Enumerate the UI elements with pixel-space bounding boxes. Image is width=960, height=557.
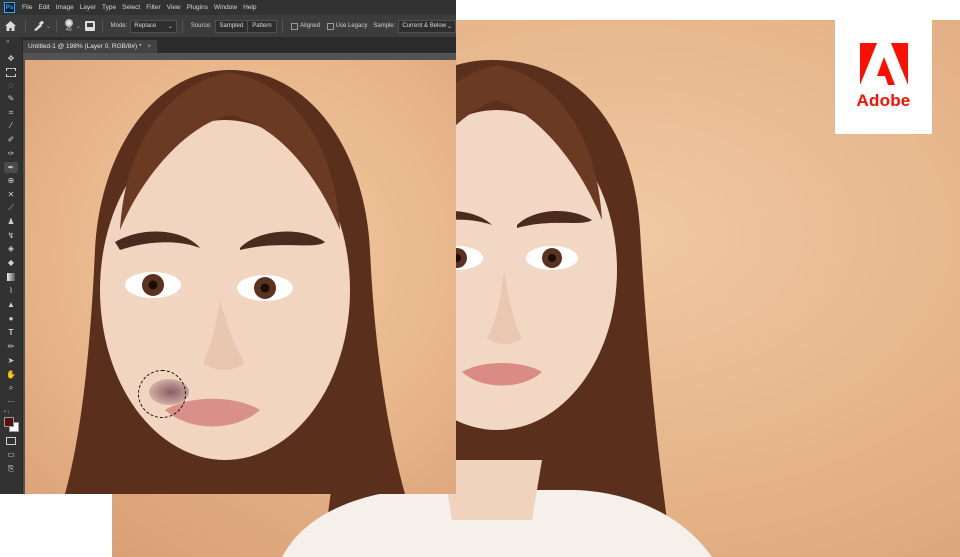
text-tool-icon[interactable]: T: [4, 327, 18, 338]
chevron-down-icon: ⌄: [446, 23, 452, 30]
hand-tool-icon[interactable]: ✋: [4, 369, 18, 380]
pen-icon[interactable]: ⌇: [4, 285, 18, 296]
history-brush-icon[interactable]: ♟: [4, 216, 18, 227]
chevron-down-icon: ⌄: [167, 23, 173, 30]
screen-mode-icon[interactable]: ▭: [4, 449, 18, 460]
healing-brush-icon: [33, 21, 44, 31]
spot-healing-icon[interactable]: ✐: [4, 134, 18, 145]
chevron-down-icon[interactable]: ⌄: [76, 23, 81, 30]
foreground-color-swatch[interactable]: [4, 417, 14, 427]
menu-layer[interactable]: Layer: [77, 4, 99, 11]
swap-colors-icon[interactable]: ▪ ↕: [4, 410, 18, 415]
document-canvas[interactable]: [25, 60, 456, 494]
document-tab[interactable]: Untitled-1 @ 198% (Layer 0, RGB/8#) * ×: [22, 40, 158, 53]
sample-label: Sample:: [373, 23, 396, 29]
aligned-label: Aligned: [300, 23, 321, 29]
brush-size-picker[interactable]: 40: [64, 19, 73, 33]
selection-arrow-icon[interactable]: ➤: [4, 355, 18, 366]
brush-cursor-circle: [138, 370, 186, 418]
collapse-panel-icon[interactable]: »: [6, 39, 9, 45]
menu-view[interactable]: View: [164, 4, 184, 11]
adobe-logo-icon: [859, 43, 908, 85]
crop-tool-icon[interactable]: ⌗: [4, 107, 18, 118]
chevron-down-icon[interactable]: ⌄: [46, 23, 51, 30]
menu-image[interactable]: Image: [53, 4, 77, 11]
red-eye-icon[interactable]: ⊕: [4, 175, 18, 186]
menu-file[interactable]: File: [19, 4, 35, 11]
options-bar: ⌄ 40 ⌄ Mode: Replace ⌄ Source: Sampled P…: [0, 15, 456, 38]
use-legacy-label: Use Legacy: [335, 23, 368, 29]
foreground-color-fill: [5, 418, 13, 426]
direct-selection-icon[interactable]: ✏: [4, 341, 18, 352]
use-legacy-checkbox[interactable]: [327, 22, 334, 30]
gradient-icon[interactable]: ◈: [4, 243, 18, 254]
adobe-logo-badge: Adobe: [835, 20, 932, 134]
brush-settings-button[interactable]: [84, 21, 97, 31]
menu-window[interactable]: Window: [211, 4, 240, 11]
blur-icon[interactable]: ◆: [4, 257, 18, 268]
aligned-checkbox[interactable]: [291, 22, 299, 30]
photoshop-logo-icon: Ps: [4, 2, 15, 13]
quick-mask-icon[interactable]: [4, 435, 18, 446]
menu-help[interactable]: Help: [240, 4, 259, 11]
clone-stamp-icon[interactable]: ⟋: [4, 202, 18, 213]
document-tab-title: Untitled-1 @ 198% (Layer 0, RGB/8#) *: [28, 43, 142, 50]
document-tab-bar: Untitled-1 @ 198% (Layer 0, RGB/8#) * ×: [22, 37, 456, 53]
patch-tool-icon[interactable]: ✒: [4, 162, 18, 173]
portrait-before-illustration: [65, 70, 405, 494]
type-tool-icon[interactable]: ▲: [4, 299, 18, 310]
photoshop-window: Ps File Edit Image Layer Type Select Fil…: [0, 0, 456, 494]
brush-tip-icon: [64, 19, 73, 27]
home-button[interactable]: [0, 15, 20, 37]
mode-label: Mode:: [110, 23, 128, 29]
brush-size-value: 40: [66, 27, 72, 33]
mode-value: Replace: [134, 23, 157, 29]
sample-value: Current & Below: [402, 23, 447, 29]
source-pattern-button[interactable]: Pattern: [247, 20, 276, 32]
menu-select[interactable]: Select: [119, 4, 143, 11]
lasso-tool-icon[interactable]: ◌: [4, 80, 18, 91]
eyedropper-icon[interactable]: ⁄: [4, 120, 18, 131]
source-sampled-button[interactable]: Sampled: [215, 20, 248, 32]
menu-edit[interactable]: Edit: [35, 4, 52, 11]
dodge-icon[interactable]: [4, 271, 18, 282]
zoom-tool-icon[interactable]: ⌕: [4, 382, 18, 393]
tool-preset-button[interactable]: [31, 21, 46, 31]
tools-panel: » ✥ ◌ ✎ ⌗ ⁄ ✐ ✑ ✒ ⊕ ✕ ⟋ ♟ ↯ ◈ ◆ ⌇ ▲ ● T …: [0, 37, 23, 494]
marquee-tool-icon[interactable]: [4, 67, 18, 78]
adobe-wordmark: Adobe: [856, 91, 911, 110]
share-icon[interactable]: ⎘: [4, 463, 18, 474]
eraser-icon[interactable]: ↯: [4, 230, 18, 241]
home-icon: [4, 21, 16, 31]
brush-tool-icon[interactable]: ✕: [4, 189, 18, 200]
close-icon[interactable]: ×: [148, 44, 152, 50]
move-tool-icon[interactable]: ✥: [4, 53, 18, 64]
more-tools-icon[interactable]: ···: [4, 396, 18, 407]
source-label: Source:: [190, 23, 212, 29]
brush-settings-icon: [85, 21, 96, 31]
source-segmented-control: Sampled Pattern: [214, 19, 277, 33]
path-selection-icon[interactable]: ●: [4, 313, 18, 324]
menu-type[interactable]: Type: [99, 4, 119, 11]
menu-bar: Ps File Edit Image Layer Type Select Fil…: [0, 0, 456, 15]
healing-brush-icon[interactable]: ✑: [4, 148, 18, 159]
quick-selection-icon[interactable]: ✎: [4, 93, 18, 104]
menu-filter[interactable]: Filter: [143, 4, 163, 11]
sample-select[interactable]: Current & Below ⌄: [398, 19, 456, 33]
mode-select[interactable]: Replace ⌄: [130, 19, 177, 33]
menu-plugins[interactable]: Plugins: [184, 4, 211, 11]
